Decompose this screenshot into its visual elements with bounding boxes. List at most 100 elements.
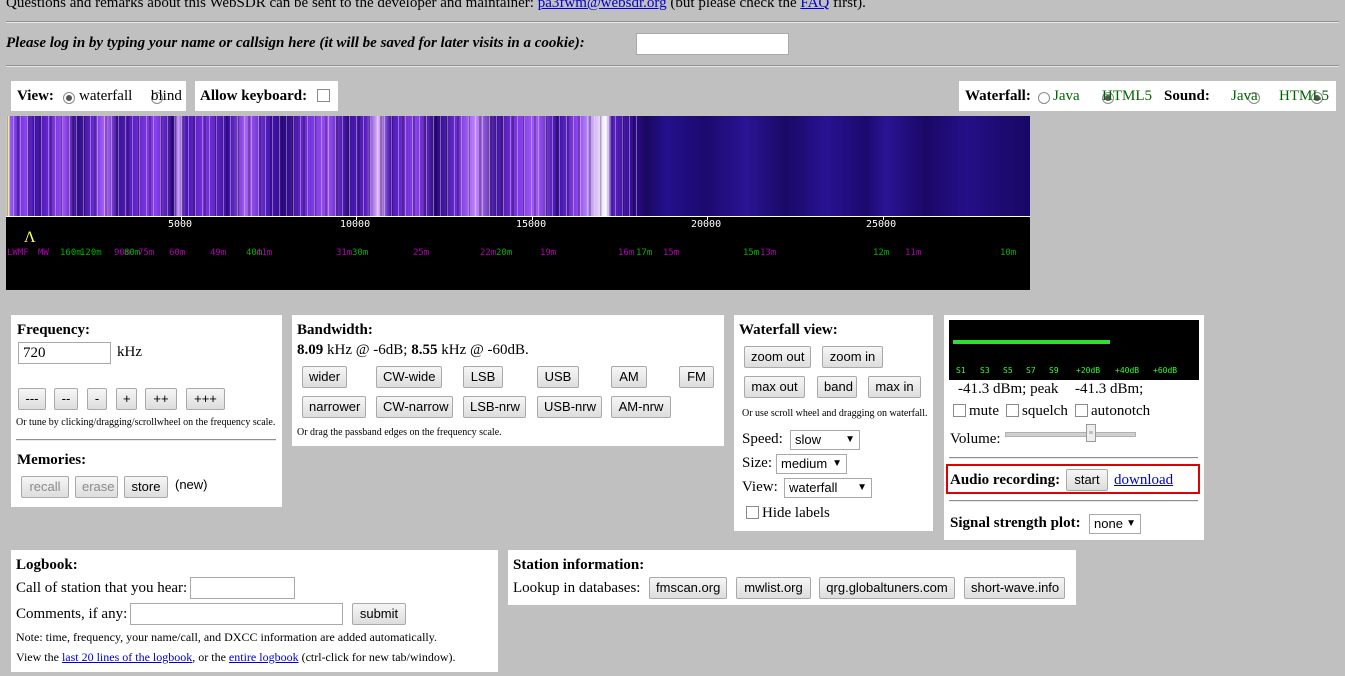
band-label[interactable]: 15m	[743, 248, 759, 258]
band-label[interactable]: 30m	[352, 248, 368, 258]
erase-button[interactable]: erase	[75, 476, 118, 498]
smeter-label: +40dB	[1115, 366, 1140, 375]
recall-button[interactable]: recall	[21, 476, 69, 498]
fm-button[interactable]: FM	[679, 366, 714, 388]
signal-plot-label: Signal strength plot:	[950, 515, 1081, 531]
tune-down-small-button[interactable]: -	[87, 388, 107, 410]
divider	[949, 500, 1198, 502]
submit-button[interactable]: submit	[352, 603, 406, 625]
hide-labels-checkbox[interactable]	[746, 506, 759, 519]
tune-down-large-button[interactable]: ---	[18, 388, 46, 410]
band-label[interactable]: LWMF	[7, 248, 29, 258]
band-label[interactable]: 20m	[496, 248, 512, 258]
cw-wide-button[interactable]: CW-wide	[376, 366, 442, 388]
mute-checkbox[interactable]	[953, 404, 966, 417]
frequency-label: Frequency:	[17, 322, 91, 338]
signal-plot-select[interactable]: none ▼	[1089, 514, 1141, 534]
autonotch-checkbox[interactable]	[1075, 404, 1088, 417]
allow-keyboard-checkbox[interactable]	[317, 89, 330, 102]
short-wave-info-button[interactable]: short-wave.info	[964, 577, 1065, 599]
comments-input[interactable]	[130, 603, 343, 625]
band-label[interactable]: 25m	[413, 248, 429, 258]
tune-up-medium-button[interactable]: ++	[145, 388, 177, 410]
chevron-down-icon: ▼	[1126, 518, 1136, 529]
scale-tick-label: 10000	[340, 219, 371, 230]
volume-slider-thumb[interactable]: ≡	[1086, 424, 1096, 442]
station-info-label: Station information:	[513, 557, 645, 573]
waterfall-html5-label: HTML5	[1102, 88, 1152, 104]
am-narrow-button[interactable]: AM-nrw	[611, 396, 671, 418]
volume-slider-track[interactable]	[1005, 432, 1136, 437]
entire-logbook-link[interactable]: entire logbook	[229, 650, 299, 664]
band-label[interactable]: 10m	[1000, 248, 1016, 258]
size-label: Size:	[742, 455, 772, 471]
band-label[interactable]: 41m	[256, 248, 272, 258]
scale-tick-label: 5000	[168, 219, 193, 230]
globaltuners-button[interactable]: qrg.globaltuners.com	[819, 577, 955, 599]
max-in-button[interactable]: max in	[868, 376, 921, 398]
max-out-button[interactable]: max out	[744, 376, 805, 398]
band-label[interactable]: 22m	[480, 248, 496, 258]
waterfall-java-label: Java	[1053, 88, 1080, 104]
tune-up-large-button[interactable]: +++	[186, 388, 225, 410]
scale-tick-label: 15000	[516, 219, 547, 230]
band-label[interactable]: 19m	[540, 248, 556, 258]
logbook-view-line: View the last 20 lines of the logbook, o…	[16, 650, 456, 665]
waterfall-java-radio[interactable]	[1038, 91, 1050, 104]
waterfall-radio[interactable]	[63, 91, 75, 104]
bw6-value: 8.09	[297, 342, 324, 358]
record-start-button[interactable]: start	[1066, 469, 1108, 491]
smeter-label: S3	[980, 366, 990, 375]
fmscan-button[interactable]: fmscan.org	[649, 577, 727, 599]
squelch-checkbox[interactable]	[1006, 404, 1019, 417]
email-link[interactable]: pa3fwm@websdr.org	[538, 0, 667, 11]
chevron-down-icon: ▼	[857, 482, 867, 493]
call-input[interactable]	[190, 577, 295, 599]
zoom-in-button[interactable]: zoom in	[822, 346, 883, 368]
divider	[6, 65, 1339, 67]
band-label[interactable]: 49m	[210, 248, 226, 258]
lsb-button[interactable]: LSB	[463, 366, 503, 388]
band-label[interactable]: MW	[38, 248, 49, 258]
band-label[interactable]: 13m	[760, 248, 776, 258]
speed-select[interactable]: slow ▼	[790, 430, 860, 450]
lsb-narrow-button[interactable]: LSB-nrw	[463, 396, 526, 418]
usb-button[interactable]: USB	[537, 366, 579, 388]
band-button[interactable]: band	[817, 376, 857, 398]
band-label[interactable]: 16m	[618, 248, 634, 258]
usb-narrow-button[interactable]: USB-nrw	[537, 396, 602, 418]
login-prompt: Please log in by typing your name or cal…	[6, 35, 585, 51]
am-button[interactable]: AM	[611, 366, 647, 388]
band-label[interactable]: 11m	[905, 248, 921, 258]
smeter-label: +20dB	[1076, 366, 1101, 375]
frequency-input[interactable]: 720	[18, 342, 111, 364]
tune-down-medium-button[interactable]: --	[54, 388, 78, 410]
zoom-out-button[interactable]: zoom out	[744, 346, 811, 368]
chevron-down-icon: ▼	[832, 458, 842, 469]
last-20-lines-link[interactable]: last 20 lines of the logbook	[62, 650, 192, 664]
wider-button[interactable]: wider	[302, 366, 347, 388]
waterfall-view-hint: Or use scroll wheel and dragging on wate…	[742, 408, 928, 419]
band-label[interactable]: 75m	[138, 248, 154, 258]
band-label[interactable]: 15m	[663, 248, 679, 258]
cw-narrow-button[interactable]: CW-narrow	[376, 396, 453, 418]
band-label[interactable]: 31m	[336, 248, 352, 258]
tune-up-small-button[interactable]: +	[116, 388, 137, 410]
bw60-value: 8.55	[411, 342, 438, 358]
size-select[interactable]: medium ▼	[776, 454, 847, 474]
band-label[interactable]: 160m	[60, 248, 82, 258]
login-input[interactable]	[636, 33, 789, 55]
store-button[interactable]: store	[124, 476, 168, 498]
mwlist-button[interactable]: mwlist.org	[736, 577, 811, 599]
band-label[interactable]: 12m	[873, 248, 889, 258]
band-label[interactable]: 17m	[636, 248, 652, 258]
band-label[interactable]: 60m	[169, 248, 185, 258]
narrower-button[interactable]: narrower	[302, 396, 366, 418]
view-mode-select[interactable]: waterfall ▼	[784, 478, 872, 498]
faq-link[interactable]: FAQ	[800, 0, 829, 11]
waterfall-radio-label: waterfall	[79, 88, 133, 104]
audio-recording-label: Audio recording:	[950, 472, 1061, 488]
record-download-link[interactable]: download	[1114, 472, 1173, 489]
band-label[interactable]: 120m	[80, 248, 102, 258]
frequency-panel: Frequency: 720 kHz --- -- - + ++ +++ Or …	[11, 315, 282, 507]
